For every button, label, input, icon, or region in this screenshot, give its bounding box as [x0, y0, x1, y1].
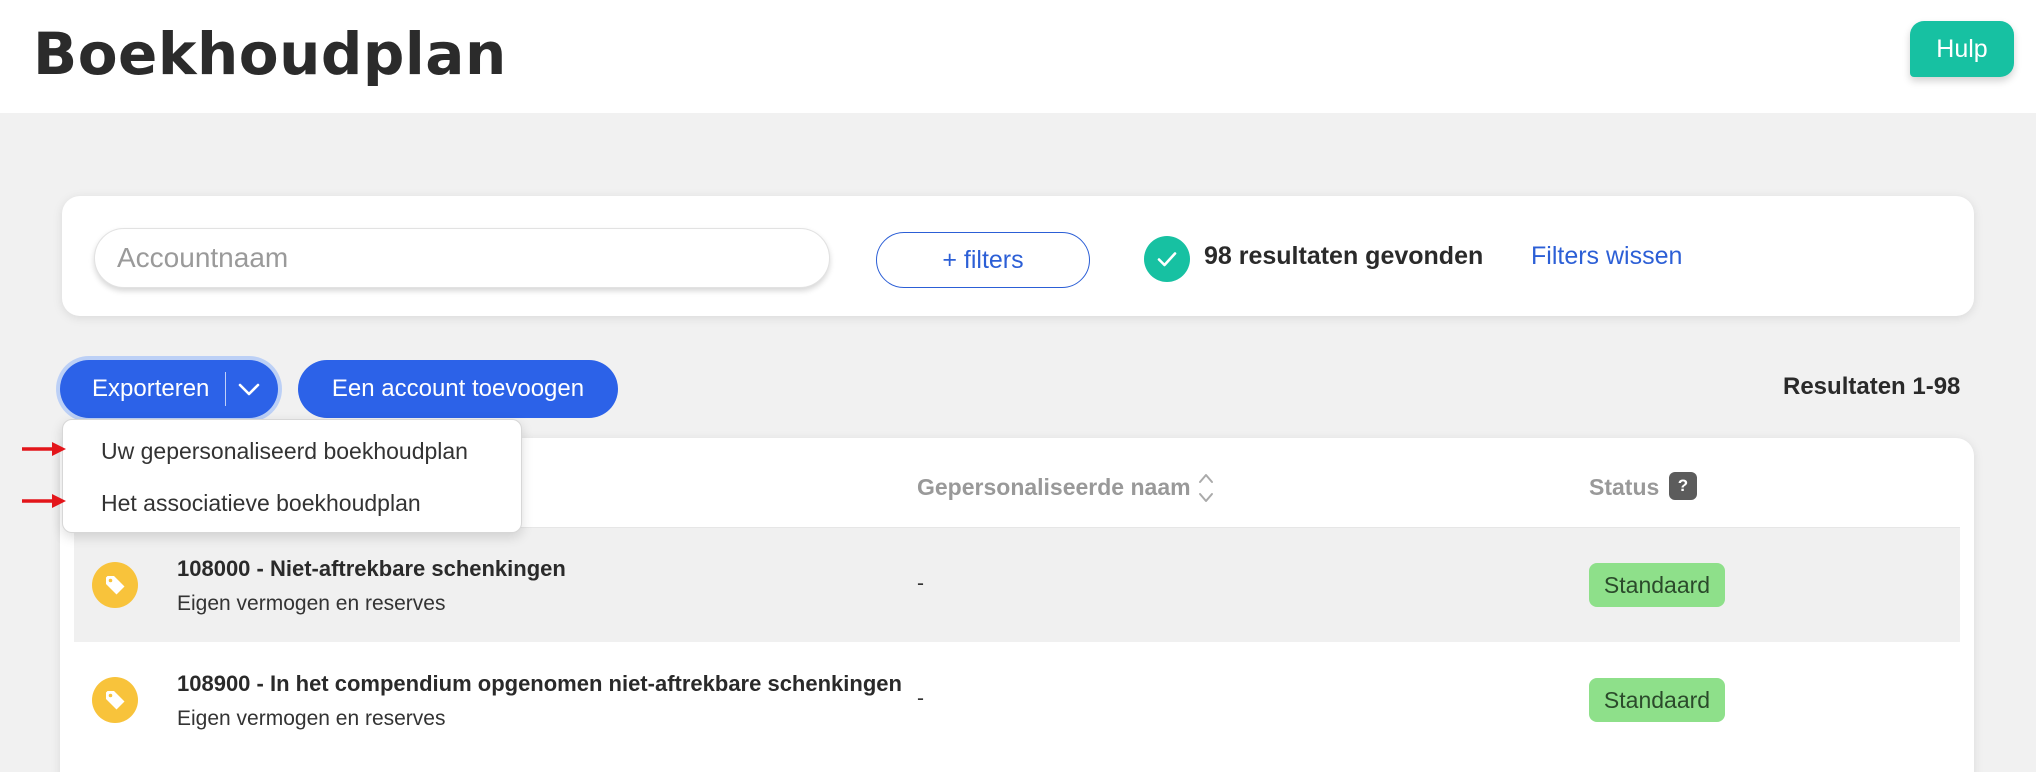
status-help-icon[interactable]: ? [1669, 472, 1697, 500]
table-row[interactable]: 108900 - In het compendium opgenomen nie… [74, 643, 1960, 757]
account-name-search-input[interactable] [94, 228, 830, 288]
results-range: Resultaten 1-98 [1783, 373, 1961, 400]
export-dropdown-menu: Uw gepersonaliseerd boekhoudplan Het ass… [62, 419, 522, 533]
search-card: + filters 98 resultaten gevonden Filters… [62, 196, 1974, 316]
check-icon [1144, 236, 1190, 282]
red-arrow-icon [22, 494, 66, 508]
table-row[interactable]: 108000 - Niet-aftrekbare schenkingen Eig… [74, 528, 1960, 642]
export-button[interactable]: Exporteren [60, 360, 278, 418]
add-account-button[interactable]: Een account toevoogen [298, 360, 618, 418]
account-category: Eigen vermogen en reserves [177, 592, 446, 615]
status-badge: Standaard [1589, 678, 1725, 722]
results-count: 98 resultaten gevonden [1204, 242, 1484, 270]
account-category: Eigen vermogen en reserves [177, 707, 446, 730]
column-header-status: Status [1589, 474, 1660, 500]
clear-filters-link[interactable]: Filters wissen [1531, 242, 1682, 271]
export-associative-plan-item[interactable]: Het associatieve boekhoudplan [101, 490, 421, 517]
tag-icon [92, 562, 138, 608]
sort-icon[interactable] [1197, 470, 1215, 511]
account-title: 108900 - In het compendium opgenomen nie… [177, 671, 902, 696]
export-personalized-plan-item[interactable]: Uw gepersonaliseerd boekhoudplan [101, 438, 468, 465]
account-title: 108000 - Niet-aftrekbare schenkingen [177, 556, 566, 581]
top-bar: Boekhoudplan Hulp [0, 0, 2036, 113]
personalized-name: - [917, 687, 924, 710]
red-arrow-icon [22, 442, 66, 456]
add-filters-button[interactable]: + filters [876, 232, 1090, 288]
column-header-personalized-name[interactable]: Gepersonaliseerde naam [917, 474, 1191, 501]
tag-icon [92, 677, 138, 723]
personalized-name: - [917, 572, 924, 595]
help-button[interactable]: Hulp [1910, 21, 2014, 77]
export-button-label: Exporteren [92, 375, 210, 402]
page-title: Boekhoudplan [33, 20, 507, 88]
export-divider [225, 372, 226, 406]
status-badge: Standaard [1589, 563, 1725, 607]
chevron-down-icon[interactable] [236, 379, 262, 404]
